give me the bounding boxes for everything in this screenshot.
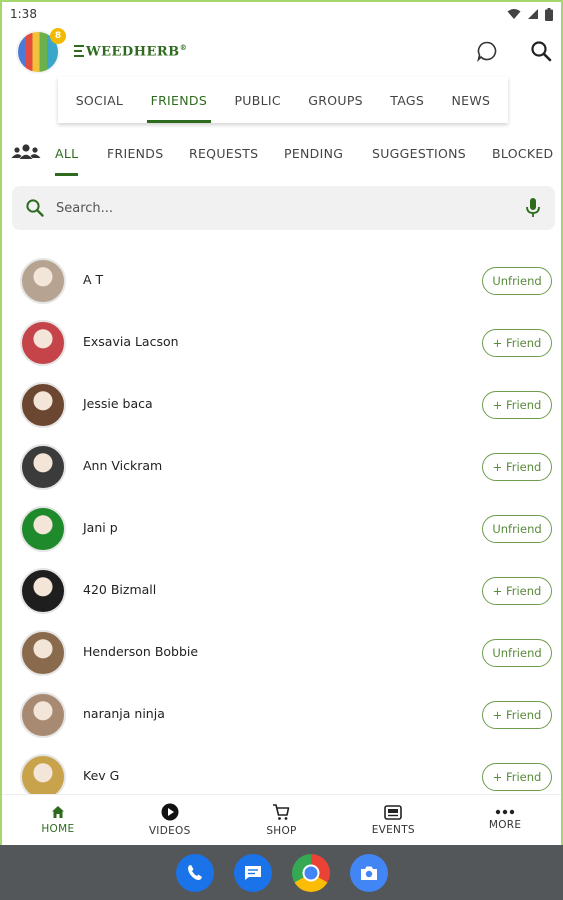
nav-events[interactable]: EVENTS	[337, 795, 449, 845]
tab-social[interactable]: SOCIAL	[72, 77, 128, 123]
nav-shop[interactable]: SHOP	[226, 795, 338, 845]
nav-videos-label: VIDEOS	[148, 825, 191, 837]
status-bar: 1:38	[2, 2, 561, 26]
status-time: 1:38	[10, 7, 37, 21]
logo-text: WEEDHERB®	[86, 43, 187, 59]
friend-row[interactable]: Exsavia Lacson + Friend	[2, 312, 561, 374]
microphone-icon[interactable]	[525, 197, 541, 219]
people-icon	[11, 144, 41, 159]
tab-news[interactable]: NEWS	[447, 77, 494, 123]
signal-icon	[528, 9, 538, 19]
friend-row[interactable]: Henderson Bobbie Unfriend	[2, 622, 561, 684]
friend-avatar[interactable]	[20, 320, 66, 366]
battery-icon	[545, 7, 553, 21]
add-friend-button[interactable]: + Friend	[482, 763, 552, 791]
friend-row[interactable]: Ann Vickram + Friend	[2, 436, 561, 498]
logo-trademark: ®	[179, 42, 188, 52]
search-input[interactable]	[56, 186, 516, 230]
tab-tags[interactable]: TAGS	[386, 77, 428, 123]
nav-events-label: EVENTS	[371, 824, 415, 836]
search-field-icon	[26, 199, 44, 217]
friend-name[interactable]: Jessie baca	[83, 396, 153, 411]
friend-row[interactable]: 420 Bizmall + Friend	[2, 560, 561, 622]
friend-avatar[interactable]	[20, 630, 66, 676]
friend-avatar[interactable]	[20, 444, 66, 490]
subtab-all[interactable]: ALL	[55, 130, 79, 176]
friend-name[interactable]: A T	[83, 272, 103, 287]
nav-home[interactable]: HOME	[2, 795, 114, 845]
nav-shop-label: SHOP	[266, 825, 297, 837]
friend-name[interactable]: Jani p	[83, 520, 118, 535]
add-friend-button[interactable]: + Friend	[482, 391, 552, 419]
logo-wordmark: WEEDHERB	[86, 44, 180, 60]
add-friend-button[interactable]: + Friend	[482, 329, 552, 357]
notification-badge: 8	[50, 28, 66, 44]
more-dots-icon	[495, 809, 515, 815]
app-header: 8 WEEDHERB®	[2, 26, 561, 80]
friend-name[interactable]: Kev G	[83, 768, 119, 783]
events-icon	[384, 805, 403, 820]
nav-videos[interactable]: VIDEOS	[114, 795, 226, 845]
friend-name[interactable]: Ann Vickram	[83, 458, 162, 473]
unfriend-button[interactable]: Unfriend	[482, 515, 552, 543]
friend-avatar[interactable]	[20, 692, 66, 738]
messages-icon[interactable]	[233, 853, 272, 892]
unfriend-button[interactable]: Unfriend	[482, 267, 552, 295]
friend-avatar[interactable]	[20, 258, 66, 304]
chat-icon[interactable]	[474, 38, 500, 64]
friend-avatar[interactable]	[20, 382, 66, 428]
nav-more[interactable]: MORE	[449, 795, 561, 845]
friend-name[interactable]: naranja ninja	[83, 706, 165, 721]
status-icons	[507, 7, 553, 21]
tab-friends[interactable]: FRIENDS	[146, 77, 212, 123]
friend-avatar[interactable]	[20, 568, 66, 614]
unfriend-button[interactable]: Unfriend	[482, 639, 552, 667]
friend-row[interactable]: A T Unfriend	[2, 250, 561, 312]
system-dock	[0, 845, 563, 900]
logo-lines-icon	[74, 45, 84, 57]
cart-icon	[273, 804, 290, 820]
friend-row[interactable]: Jessie baca + Friend	[2, 374, 561, 436]
subtab-pending[interactable]: PENDING	[284, 130, 343, 176]
camera-icon[interactable]	[349, 853, 388, 892]
add-friend-button[interactable]: + Friend	[482, 701, 552, 729]
friend-row[interactable]: naranja ninja + Friend	[2, 684, 561, 746]
add-friend-button[interactable]: + Friend	[482, 453, 552, 481]
subtab-blocked[interactable]: BLOCKED	[492, 130, 553, 176]
phone-icon[interactable]	[175, 853, 214, 892]
nav-more-label: MORE	[488, 819, 522, 831]
subtab-requests[interactable]: REQUESTS	[189, 130, 258, 176]
search-bar	[12, 186, 555, 230]
search-icon[interactable]	[528, 38, 554, 64]
subtab-suggestions[interactable]: SUGGESTIONS	[372, 130, 466, 176]
friend-name[interactable]: Exsavia Lacson	[83, 334, 179, 349]
subtab-friends[interactable]: FRIENDS	[107, 130, 163, 176]
bottom-navigation: HOME VIDEOS SHOP EVENTS MORE	[2, 794, 561, 845]
play-icon	[161, 803, 179, 821]
tab-public[interactable]: PUBLIC	[230, 77, 284, 123]
friend-name[interactable]: 420 Bizmall	[83, 582, 156, 597]
tab-groups[interactable]: GROUPS	[304, 77, 367, 123]
friend-avatar[interactable]	[20, 506, 66, 552]
top-tab-bar: SOCIAL FRIENDS PUBLIC GROUPS TAGS NEWS	[58, 77, 508, 123]
friends-filter-tabs: ALL FRIENDS REQUESTS PENDING SUGGESTIONS…	[2, 130, 561, 176]
wifi-icon	[507, 9, 521, 19]
friend-row[interactable]: Jani p Unfriend	[2, 498, 561, 560]
chrome-icon[interactable]	[291, 853, 330, 892]
nav-home-label: HOME	[41, 823, 75, 835]
weedherb-logo: WEEDHERB®	[74, 36, 187, 66]
home-icon	[51, 806, 64, 818]
friend-name[interactable]: Henderson Bobbie	[83, 644, 198, 659]
app-window: 1:38 8 WEEDHERB® SOCIAL FRIENDS PUBLIC G…	[0, 0, 563, 845]
add-friend-button[interactable]: + Friend	[482, 577, 552, 605]
